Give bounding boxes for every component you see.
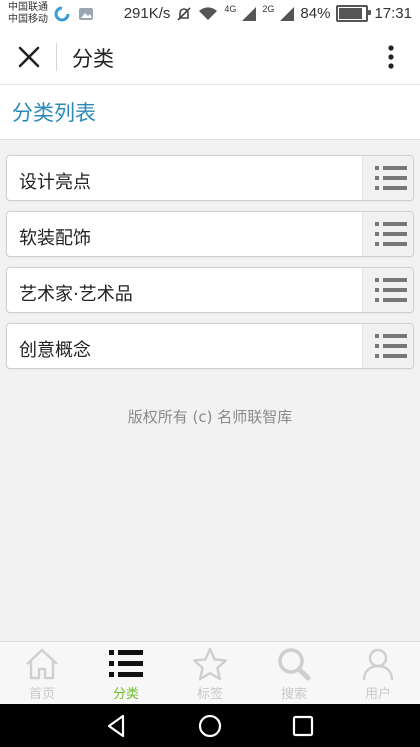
- list-item-menu[interactable]: [362, 324, 413, 368]
- list-icon: [375, 278, 407, 302]
- list-icon: [375, 166, 407, 190]
- status-bar: 中国联通 中国移动 291K/s 4G 2G 84% 17:31: [0, 0, 420, 30]
- list-item-label: 设计亮点: [19, 172, 91, 193]
- section-title: 分类列表: [12, 101, 96, 125]
- home-icon: [26, 648, 58, 680]
- more-vertical-icon: [388, 45, 394, 69]
- signal-icon-2: [280, 6, 295, 21]
- user-icon: [362, 648, 394, 681]
- battery-percent: 84%: [300, 5, 331, 22]
- signal-icon-1: [242, 6, 257, 21]
- home-button[interactable]: [197, 713, 223, 739]
- back-icon: [107, 714, 125, 738]
- list-item-menu[interactable]: [362, 156, 413, 200]
- tab-label: 用户: [364, 687, 391, 702]
- list-item[interactable]: 软装配饰: [6, 211, 414, 257]
- page-title: 分类: [72, 47, 114, 71]
- bottom-tab-bar: 首页 分类 标签 搜索 用户: [0, 641, 420, 705]
- status-left-icons: [54, 6, 94, 22]
- tab-user[interactable]: 用户: [336, 642, 420, 705]
- tab-label: 搜索: [280, 687, 307, 702]
- tab-tags[interactable]: 标签: [168, 642, 252, 705]
- network-speed: 291K/s: [123, 5, 171, 22]
- loading-icon: [54, 6, 70, 22]
- list-icon: [375, 222, 407, 246]
- clock: 17:31: [374, 5, 412, 22]
- list-item-label: 艺术家·艺术品: [19, 284, 133, 305]
- tab-label: 首页: [28, 687, 55, 702]
- search-icon: [278, 648, 311, 681]
- list-item[interactable]: 设计亮点: [6, 155, 414, 201]
- more-options-button[interactable]: [376, 42, 406, 72]
- network-4g: 4G: [224, 3, 237, 14]
- list-item-menu[interactable]: [362, 212, 413, 256]
- carrier-1: 中国联通: [8, 2, 48, 13]
- tab-label: 分类: [112, 687, 139, 702]
- system-nav-bar: [0, 704, 420, 747]
- close-button[interactable]: [14, 42, 44, 72]
- wifi-icon: [199, 6, 218, 20]
- header-divider: [56, 43, 57, 71]
- list-item-label: 创意概念: [19, 340, 91, 361]
- copyright-text: 版权所有 (c) 名师联智库: [127, 408, 293, 426]
- app-header: 分类: [0, 30, 420, 85]
- list-item-menu[interactable]: [362, 268, 413, 312]
- list-icon: [375, 334, 407, 358]
- battery-icon: [336, 5, 372, 22]
- list-icon: [109, 650, 143, 677]
- star-icon: [193, 647, 227, 681]
- list-item-label: 软装配饰: [19, 228, 91, 249]
- status-right: 291K/s 4G 2G 84% 17:31: [123, 3, 412, 22]
- close-icon: [18, 46, 40, 68]
- tab-category[interactable]: 分类: [84, 642, 168, 705]
- tab-label: 标签: [196, 687, 223, 702]
- network-2g: 2G: [262, 3, 275, 14]
- category-list: 设计亮点 软装配饰 艺术家·艺术品 创意概念: [6, 155, 414, 379]
- recent-apps-icon: [292, 715, 314, 737]
- home-circle-icon: [198, 714, 222, 738]
- image-icon: [79, 8, 93, 20]
- tab-home[interactable]: 首页: [0, 642, 84, 705]
- mute-icon: [177, 6, 191, 21]
- list-item[interactable]: 创意概念: [6, 323, 414, 369]
- list-item[interactable]: 艺术家·艺术品: [6, 267, 414, 313]
- tab-search[interactable]: 搜索: [252, 642, 336, 705]
- recent-apps-button[interactable]: [290, 713, 316, 739]
- section-header: 分类列表: [0, 85, 420, 140]
- back-button[interactable]: [104, 713, 130, 739]
- carrier-2: 中国移动: [8, 14, 48, 25]
- carrier-info: 中国联通 中国移动: [8, 2, 48, 26]
